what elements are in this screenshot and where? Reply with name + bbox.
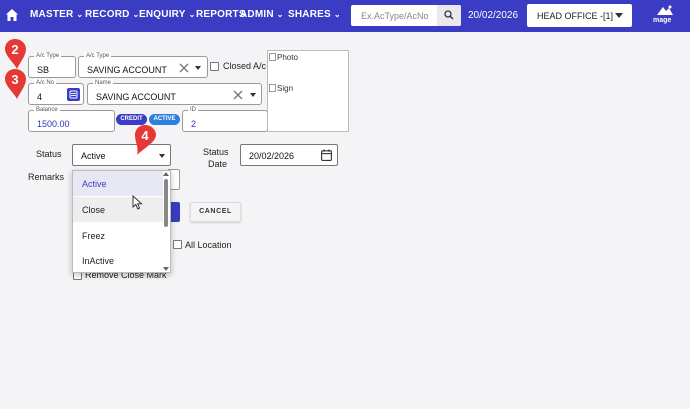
nav-menu-admin[interactable]: ADMIN ⌄ — [240, 9, 284, 20]
balance-value: 1500.00 — [37, 119, 70, 129]
status-option-freez[interactable]: Freez — [73, 223, 163, 248]
balance-label: Balance — [34, 106, 60, 114]
logo-icon — [657, 5, 673, 15]
chevron-down-icon: ⌄ — [76, 10, 84, 19]
nav-menu-enquiry[interactable]: ENQUIRY ⌄ — [139, 9, 196, 20]
search-box — [351, 5, 461, 26]
actype-code-value: SB — [37, 65, 50, 75]
photo-sign-box: Photo Sign — [267, 50, 349, 132]
scroll-up-arrow-icon[interactable] — [163, 172, 169, 176]
status-option-inactive[interactable]: InActive — [73, 248, 163, 272]
status-select-value: Active — [81, 151, 106, 161]
search-icon — [444, 10, 454, 20]
sign-image: Sign — [269, 84, 293, 93]
remarks-label: Remarks — [28, 172, 65, 182]
name-label: Name — [93, 79, 114, 87]
annotation-marker-3: 3 — [4, 68, 30, 100]
marker-number: 4 — [141, 128, 149, 143]
status-date-field[interactable]: 20/02/2026 — [240, 144, 338, 166]
dropdown-arrow-icon[interactable] — [250, 93, 256, 97]
status-label: Status — [36, 149, 62, 159]
save-button[interactable] — [171, 202, 180, 222]
acno-label: A/c No — [34, 79, 57, 87]
status-option-active[interactable]: Active — [73, 171, 163, 196]
mouse-cursor-icon — [132, 195, 143, 210]
search-button[interactable] — [437, 5, 461, 26]
user-profile-logo[interactable]: mage — [650, 4, 680, 28]
chevron-down-icon: ⌄ — [188, 10, 196, 19]
name-field[interactable]: Name SAVING ACCOUNT — [87, 79, 262, 105]
top-navbar: MASTER ⌄ RECORD ⌄ ENQUIRY ⌄ REPORTS ADMIN ⌄ … — [0, 0, 690, 32]
closed-ac-label: Closed A/c — [223, 61, 267, 71]
clear-icon[interactable] — [179, 63, 189, 73]
dropdown-arrow-icon — [615, 13, 623, 18]
nav-menu-shares[interactable]: SHARES ⌄ — [288, 9, 341, 20]
dropdown-arrow-icon[interactable] — [195, 66, 201, 70]
status-dropdown-list: Active Close Freez InActive — [72, 170, 171, 273]
actype-code-field[interactable]: A/c Type SB — [28, 52, 76, 78]
actype-name-field[interactable]: A/c Type SAVING ACCOUNT — [78, 52, 208, 78]
balance-field: Balance 1500.00 — [28, 106, 115, 132]
chevron-down-icon: ⌄ — [276, 10, 284, 19]
dropdown-scrollbar[interactable] — [164, 179, 168, 227]
home-icon[interactable] — [4, 7, 20, 23]
photo-image: Photo — [269, 53, 298, 62]
acno-value: 4 — [37, 92, 43, 102]
broken-image-icon — [269, 84, 276, 92]
name-value: SAVING ACCOUNT — [96, 92, 176, 102]
nav-menu-master[interactable]: MASTER ⌄ — [30, 9, 83, 20]
status-date-value: 20/02/2026 — [249, 151, 295, 161]
actype-name-label: A/c Type — [84, 52, 112, 60]
all-location-label: All Location — [185, 240, 232, 250]
all-location-checkbox[interactable] — [173, 240, 182, 249]
id-label: ID — [188, 106, 198, 114]
nav-menu-record[interactable]: RECORD ⌄ — [85, 9, 139, 20]
id-field: ID 2 — [182, 106, 268, 132]
marker-number: 2 — [11, 42, 19, 57]
office-select-value: HEAD OFFICE -[1] — [537, 11, 614, 21]
cancel-button[interactable]: CANCEL — [190, 202, 241, 222]
annotation-marker-2: 2 — [4, 38, 30, 70]
calendar-icon[interactable] — [321, 149, 332, 161]
closed-ac-checkbox[interactable] — [210, 62, 219, 71]
status-date-label-line1: Status — [203, 147, 229, 157]
search-input[interactable] — [351, 5, 436, 26]
nav-menu-reports[interactable]: REPORTS — [196, 9, 246, 20]
broken-image-icon — [269, 53, 276, 61]
acno-field[interactable]: A/c No 4 — [28, 79, 84, 105]
scroll-down-arrow-icon[interactable] — [163, 267, 169, 271]
account-lookup-icon[interactable] — [67, 88, 80, 101]
clear-icon[interactable] — [233, 90, 243, 100]
status-date-label-line2: Date — [208, 159, 228, 169]
annotation-marker-4: 4 — [134, 124, 160, 156]
actype-name-value: SAVING ACCOUNT — [87, 65, 167, 75]
logo-text: mage — [653, 17, 672, 24]
nav-date: 20/02/2026 — [468, 10, 519, 21]
id-value: 2 — [191, 119, 197, 129]
actype-code-label: A/c Type — [34, 52, 62, 60]
marker-number: 3 — [11, 72, 19, 87]
status-option-close[interactable]: Close — [73, 197, 163, 222]
office-select[interactable]: HEAD OFFICE -[1] — [527, 4, 632, 27]
chevron-down-icon: ⌄ — [333, 10, 341, 19]
